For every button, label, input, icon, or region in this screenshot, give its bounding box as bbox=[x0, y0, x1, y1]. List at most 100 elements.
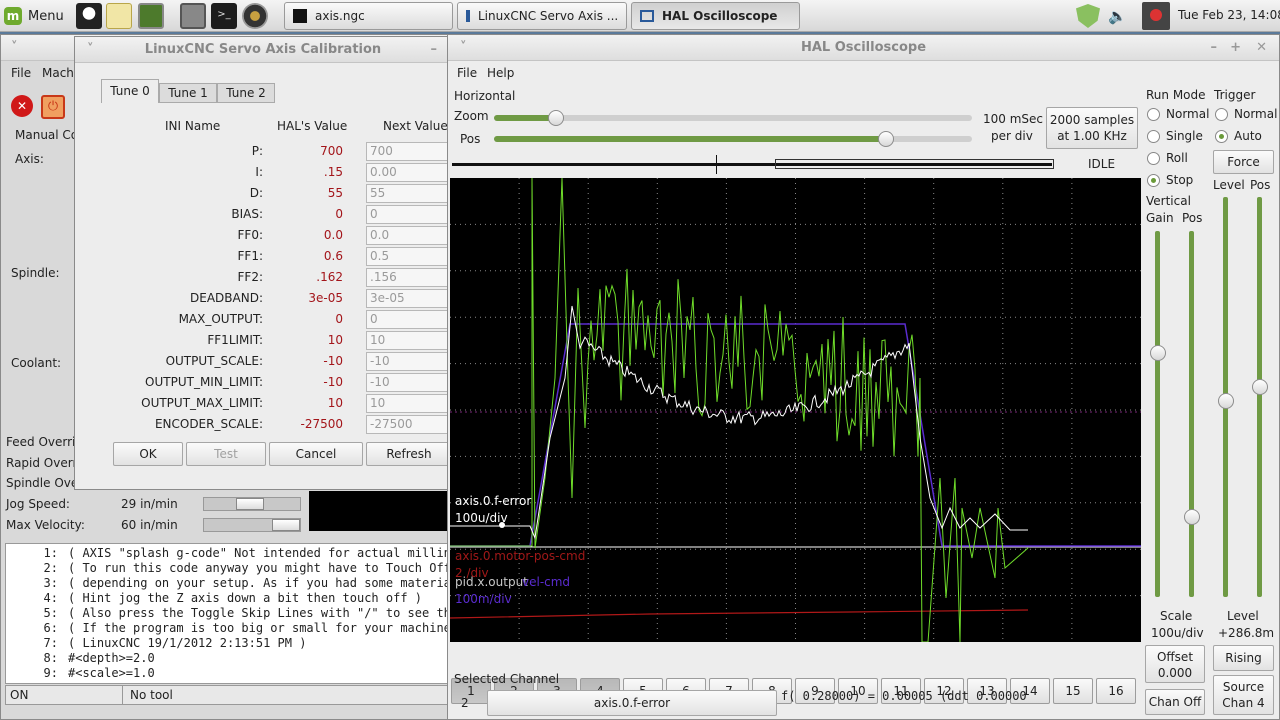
force-trigger-button[interactable]: Force bbox=[1213, 150, 1274, 174]
param-next-value-field[interactable]: 10 bbox=[366, 394, 452, 413]
task-axis[interactable]: axis.ngc bbox=[284, 2, 453, 30]
close-icon[interactable]: ✕ bbox=[1256, 35, 1267, 61]
pos-slider-knob[interactable] bbox=[877, 131, 894, 147]
gcode-line[interactable]: 2: ( To run this code anyway you might ha… bbox=[6, 561, 450, 576]
param-next-value-field[interactable]: 10 bbox=[366, 331, 452, 350]
chan-off-button[interactable]: Chan Off bbox=[1145, 689, 1205, 715]
window-menu-icon[interactable]: ˅ bbox=[460, 35, 467, 61]
param-next-value-field[interactable]: -27500 bbox=[366, 415, 452, 434]
trigger-auto-radio[interactable] bbox=[1215, 130, 1228, 143]
gcode-line[interactable]: 9: #<scale>=1.0 bbox=[6, 666, 450, 681]
param-next-value-field[interactable]: 0.5 bbox=[366, 247, 452, 266]
run-mode-label: Run Mode bbox=[1146, 88, 1206, 102]
clock[interactable]: Tue Feb 23, 14:08 bbox=[1178, 8, 1280, 22]
zoom-slider[interactable] bbox=[494, 110, 972, 126]
samples-button[interactable]: 2000 samples at 1.00 KHz bbox=[1046, 107, 1138, 149]
gcode-line[interactable]: 6: ( If the program is too big or small f… bbox=[6, 621, 450, 636]
vertical-pos-slider-knob[interactable] bbox=[1184, 509, 1200, 525]
run-mode-normal-radio[interactable] bbox=[1147, 108, 1160, 121]
gcode-listing[interactable]: 1: ( AXIS "splash g-code" Not intended fo… bbox=[5, 543, 451, 684]
param-next-value-field[interactable]: 3e-05 bbox=[366, 289, 452, 308]
gcode-line[interactable]: 5: ( Also press the Toggle Skip Lines wit… bbox=[6, 606, 450, 621]
window-menu-icon[interactable]: ˅ bbox=[11, 40, 18, 55]
terminal-launcher-icon[interactable]: >_ bbox=[211, 3, 237, 29]
task-hal-oscilloscope[interactable]: HAL Oscilloscope bbox=[631, 2, 800, 30]
trigger-pos-slider-knob[interactable] bbox=[1252, 379, 1268, 395]
text-editor-launcher-icon[interactable] bbox=[106, 3, 132, 29]
rising-button[interactable]: Rising bbox=[1213, 645, 1274, 671]
tux-launcher-icon[interactable] bbox=[76, 3, 102, 29]
gcode-line[interactable]: 7: ( LinuxCNC 19/1/2012 2:13:51 PM ) bbox=[6, 636, 450, 651]
ok-button[interactable]: OK bbox=[113, 442, 183, 466]
param-next-value-field[interactable]: -10 bbox=[366, 373, 452, 392]
scope-menu-help[interactable]: Help bbox=[487, 66, 514, 80]
cursor-readout: f( 0.28000) = 0.00005 (ddt 0.00000 bbox=[781, 689, 1027, 703]
minimize-icon[interactable]: – bbox=[431, 37, 438, 63]
scope-menu-file[interactable]: File bbox=[457, 66, 477, 80]
volume-icon[interactable]: 🔈 bbox=[1108, 8, 1134, 24]
run-mode-roll-radio[interactable] bbox=[1147, 152, 1160, 165]
network-disconnected-icon[interactable] bbox=[1142, 2, 1170, 30]
channel-15-button[interactable]: 15 bbox=[1053, 678, 1093, 704]
scope-display[interactable]: axis.0.f-error 100u/div axis.0.motor-pos… bbox=[450, 178, 1141, 642]
mint-menu-button[interactable]: m Menu bbox=[4, 4, 64, 28]
window-menu-icon[interactable]: ˅ bbox=[87, 37, 94, 63]
zoom-slider-knob[interactable] bbox=[548, 110, 565, 126]
param-next-value-field[interactable]: 0.00 bbox=[366, 163, 452, 182]
tab-tune-1[interactable]: Tune 1 bbox=[159, 83, 217, 103]
tab-tune-0[interactable]: Tune 0 bbox=[101, 79, 159, 103]
max-velocity-slider[interactable] bbox=[203, 518, 301, 532]
gcode-line[interactable]: 1: ( AXIS "splash g-code" Not intended fo… bbox=[6, 546, 450, 561]
browser-launcher-icon[interactable] bbox=[242, 3, 268, 29]
selected-channel-button[interactable]: axis.0.f-error bbox=[487, 690, 777, 716]
gain-slider-knob[interactable] bbox=[1150, 345, 1166, 361]
terminal-window-launcher-icon[interactable] bbox=[138, 3, 164, 29]
trigger-normal-radio[interactable] bbox=[1215, 108, 1228, 121]
param-name: FF2: bbox=[237, 270, 263, 284]
param-next-value-field[interactable]: 0 bbox=[366, 310, 452, 329]
run-mode-single-radio[interactable] bbox=[1147, 130, 1160, 143]
offset-button[interactable]: Offset 0.000 bbox=[1145, 645, 1205, 683]
ch4-trace-name: vel-cmd bbox=[522, 575, 571, 589]
trigger-level-slider-knob[interactable] bbox=[1218, 393, 1234, 409]
gcode-line-text: ( If the program is too big or small for… bbox=[68, 621, 451, 635]
selected-channel-label: Selected Channel bbox=[454, 672, 560, 686]
power-icon[interactable]: ⏻ bbox=[41, 95, 65, 119]
gcode-line[interactable]: 3: ( depending on your setup. As if you h… bbox=[6, 576, 450, 591]
source-label: Source bbox=[1222, 680, 1265, 694]
task-servo-calibration[interactable]: LinuxCNC Servo Axis ... bbox=[457, 2, 627, 30]
axis-menu-machine[interactable]: Mach bbox=[42, 66, 74, 80]
tab-tune-2[interactable]: Tune 2 bbox=[217, 83, 275, 103]
files-launcher-icon[interactable] bbox=[180, 3, 206, 29]
run-mode-stop-radio[interactable] bbox=[1147, 174, 1160, 187]
param-next-value-field[interactable]: 0 bbox=[366, 205, 452, 224]
tab-manual-control[interactable]: Manual Co bbox=[15, 128, 78, 142]
ch2-trace-name: axis.0.motor-pos-cmd bbox=[455, 549, 586, 563]
ch4-trace bbox=[450, 323, 1141, 547]
jog-speed-slider[interactable] bbox=[203, 497, 301, 511]
test-button[interactable]: Test bbox=[186, 442, 266, 466]
param-next-value-field[interactable]: -10 bbox=[366, 352, 452, 371]
cancel-button[interactable]: Cancel bbox=[269, 442, 363, 466]
scope-traces bbox=[450, 178, 1141, 642]
minimize-icon[interactable]: – bbox=[1211, 35, 1218, 61]
estop-icon[interactable]: ✕ bbox=[11, 95, 33, 117]
gcode-line[interactable]: 4: ( Hint jog the Z axis down a bit then … bbox=[6, 591, 450, 606]
gcode-line-text: ( AXIS "splash g-code" Not intended for … bbox=[68, 546, 451, 560]
refresh-button[interactable]: Refresh bbox=[366, 442, 452, 466]
param-next-value-field[interactable]: .156 bbox=[366, 268, 452, 287]
param-name: FF1LIMIT: bbox=[207, 333, 263, 347]
trigger-pos-slider[interactable] bbox=[1257, 197, 1262, 597]
vertical-pos-slider[interactable] bbox=[1189, 231, 1194, 597]
param-next-value-field[interactable]: 700 bbox=[366, 142, 452, 161]
pos-slider[interactable] bbox=[494, 131, 972, 147]
maximize-icon[interactable]: + bbox=[1230, 35, 1241, 61]
gain-slider[interactable] bbox=[1155, 231, 1160, 597]
axis-menu-file[interactable]: File bbox=[11, 66, 31, 80]
update-shield-icon[interactable] bbox=[1076, 4, 1100, 28]
param-next-value-field[interactable]: 55 bbox=[366, 184, 452, 203]
gcode-line[interactable]: 8: #<depth>=2.0 bbox=[6, 651, 450, 666]
param-next-value-field[interactable]: 0.0 bbox=[366, 226, 452, 245]
source-button[interactable]: Source Chan 4 bbox=[1213, 675, 1274, 715]
channel-16-button[interactable]: 16 bbox=[1096, 678, 1136, 704]
